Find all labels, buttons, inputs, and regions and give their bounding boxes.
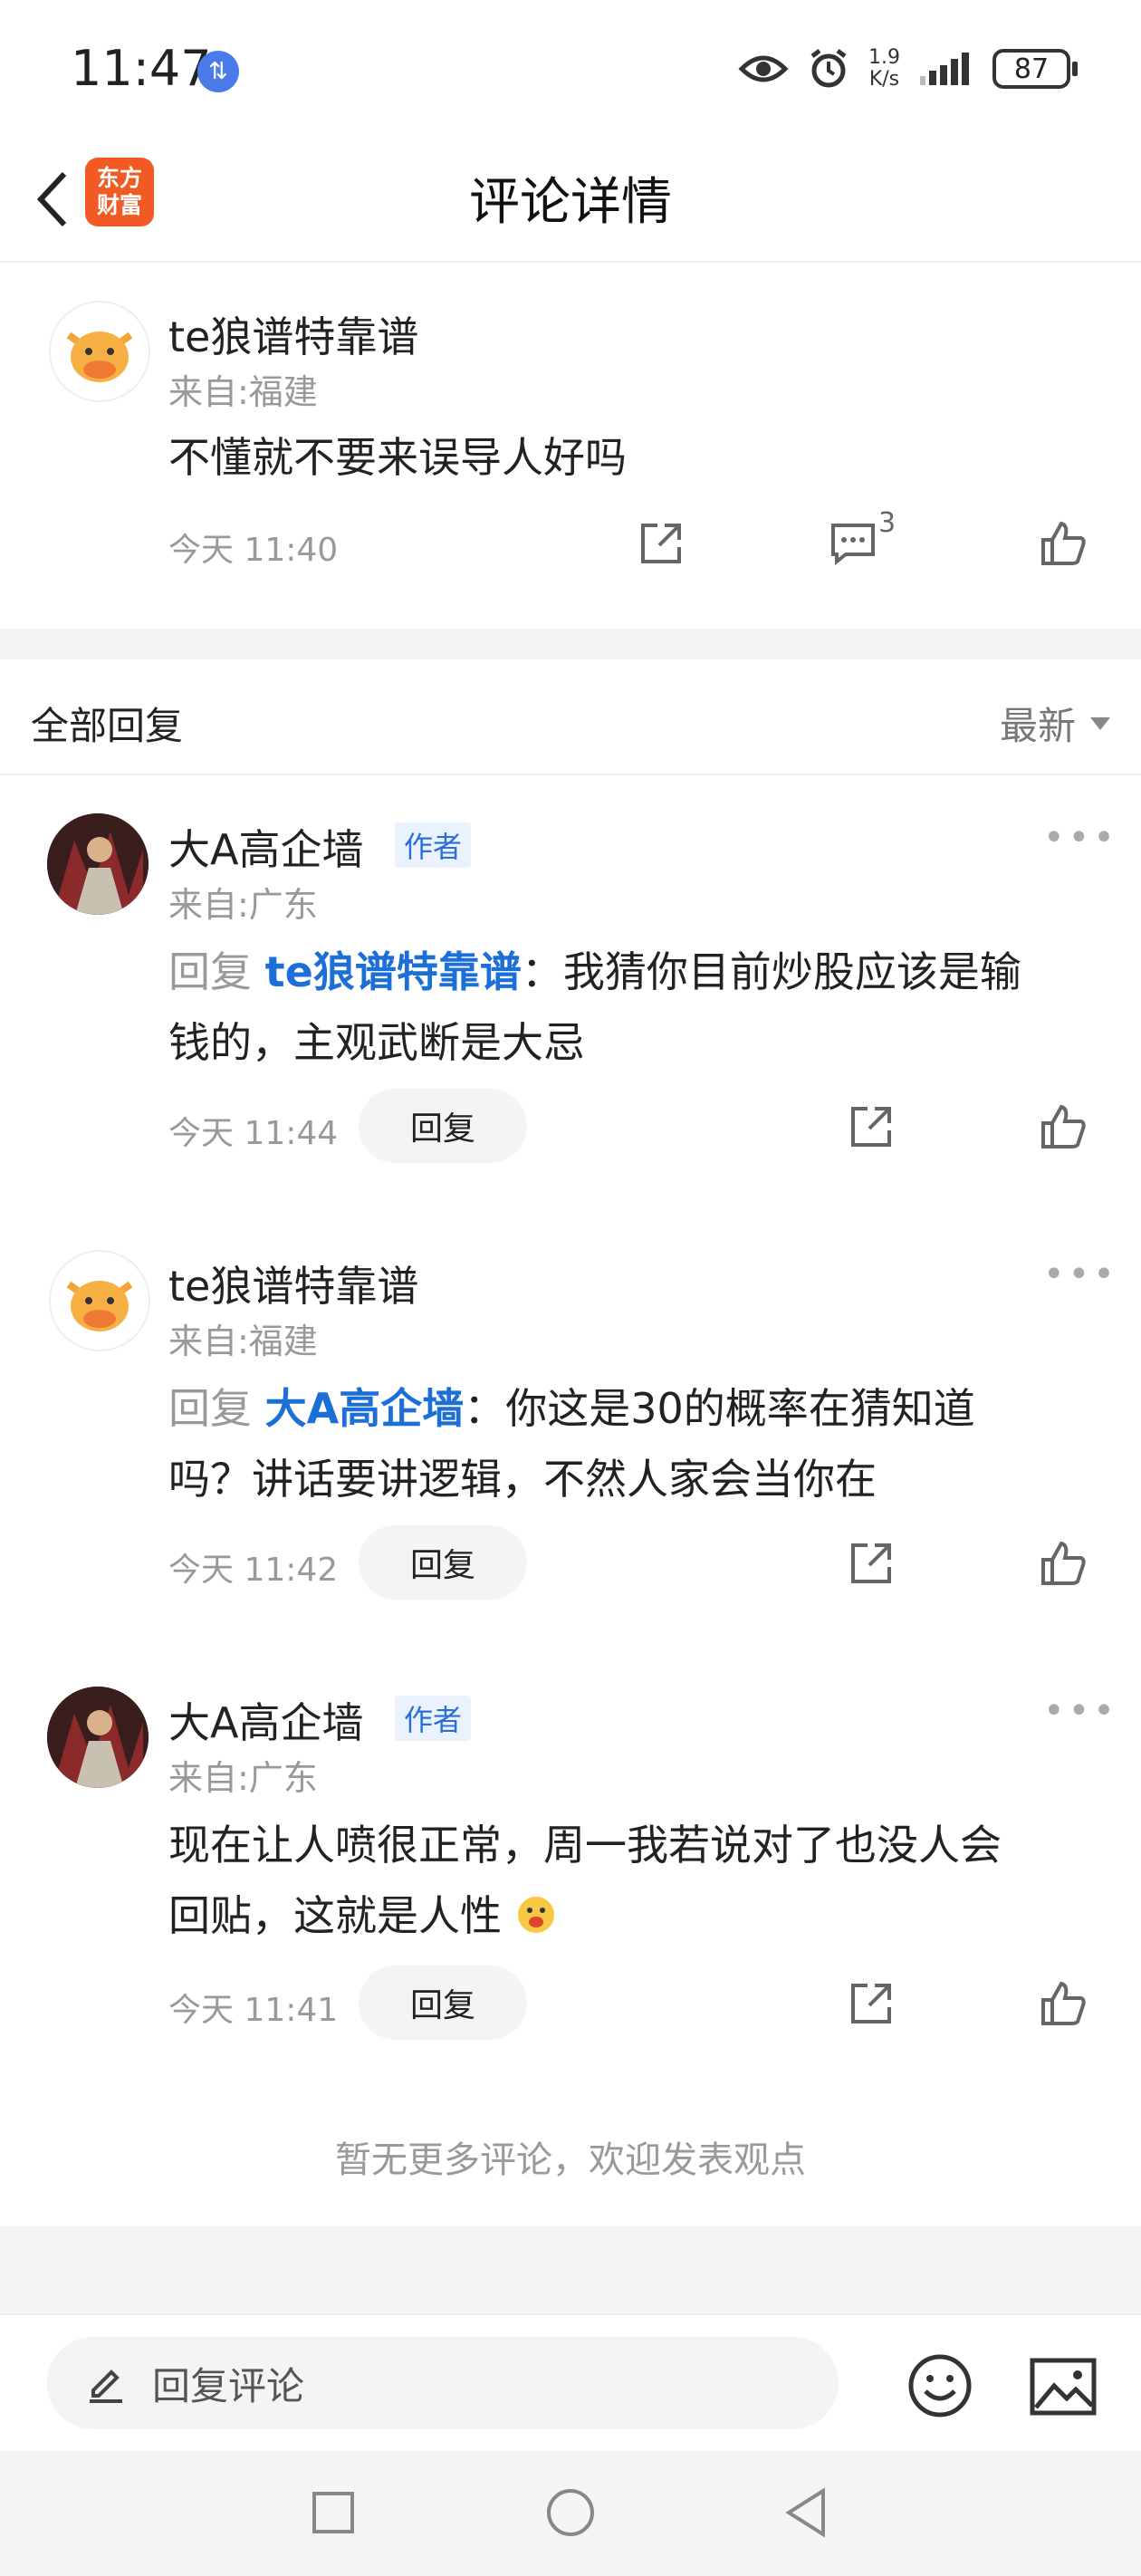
comment-time: 今天 11:40 bbox=[168, 532, 339, 569]
cow-avatar-icon bbox=[51, 1252, 149, 1350]
image-icon bbox=[1030, 2358, 1097, 2416]
reply-text: 现在让人喷很正常，周一我若说对了也没人会 回贴，这就是人性 bbox=[168, 1810, 1110, 1951]
comment-text: 不懂就不要来误导人好吗 bbox=[168, 433, 627, 482]
comment-location: 来自:福建 bbox=[168, 372, 318, 412]
reply-line: 钱的，主观武断是大忌 bbox=[168, 1018, 585, 1067]
share-icon bbox=[851, 1107, 891, 1147]
reply-time: 今天 11:42 bbox=[168, 1552, 339, 1589]
reply-line: ：你这是30的概率在猜知道 bbox=[464, 1384, 975, 1433]
reply-location: 来自:广东 bbox=[168, 885, 318, 925]
thumb-up-icon bbox=[1041, 521, 1086, 565]
reply-time: 今天 11:41 bbox=[168, 1992, 339, 2029]
reply-line: ：我猜你目前炒股应该是输 bbox=[521, 947, 1021, 996]
comment-count: 3 bbox=[878, 507, 896, 539]
triangle-back-icon bbox=[785, 2487, 825, 2538]
avatar[interactable] bbox=[49, 301, 150, 402]
avatar[interactable] bbox=[49, 1250, 150, 1351]
footer-spacer bbox=[0, 2226, 1141, 2313]
comment-button[interactable] bbox=[824, 514, 882, 572]
reply-prefix: 回复 bbox=[168, 947, 252, 996]
status-bar: 11:47 ⇅ 1.9 K/s 87 bbox=[0, 0, 1141, 136]
comment-username[interactable]: te狼谱特靠谱 bbox=[168, 304, 418, 364]
reply-input[interactable]: 回复评论 bbox=[47, 2337, 839, 2429]
thumb-up-icon bbox=[1041, 1981, 1086, 2025]
circle-icon bbox=[547, 2489, 594, 2536]
emoji-icon bbox=[517, 1897, 554, 1933]
square-icon bbox=[312, 2492, 354, 2533]
more-options-button[interactable]: ••• bbox=[1043, 1254, 1118, 1295]
reply-input-placeholder: 回复评论 bbox=[152, 2363, 305, 2408]
reply-target-link[interactable]: 大A高企墙 bbox=[265, 1384, 465, 1433]
thumb-up-icon bbox=[1041, 1104, 1086, 1149]
section-divider bbox=[0, 629, 1141, 659]
smiley-icon bbox=[908, 2354, 972, 2417]
reply-button[interactable]: 回复 bbox=[359, 1089, 527, 1163]
reply-line: 回贴，这就是人性 bbox=[168, 1891, 502, 1940]
reply-username[interactable]: 大A高企墙 bbox=[168, 817, 363, 877]
more-options-button[interactable]: ••• bbox=[1043, 817, 1118, 859]
reply-button[interactable]: 回复 bbox=[359, 1966, 527, 2040]
share-button[interactable] bbox=[632, 514, 690, 572]
reply-text: 回复 大A高企墙：你这是30的概率在猜知道 吗？讲话要讲逻辑，不然人家会当你在 bbox=[168, 1373, 1110, 1514]
reply-location: 来自:福建 bbox=[168, 1322, 318, 1361]
avatar-image-icon bbox=[47, 1687, 149, 1788]
back-nav-button[interactable] bbox=[777, 2484, 835, 2542]
home-button[interactable] bbox=[542, 2484, 599, 2542]
avatar[interactable] bbox=[47, 1687, 149, 1788]
reply-line: 现在让人喷很正常，周一我若说对了也没人会 bbox=[168, 1821, 1002, 1870]
replies-header: 全部回复 最新 bbox=[0, 659, 1141, 775]
share-button[interactable] bbox=[842, 1975, 900, 2033]
share-icon bbox=[851, 1984, 891, 2023]
image-button[interactable] bbox=[1029, 2355, 1098, 2418]
recent-apps-button[interactable] bbox=[304, 2484, 362, 2542]
cow-avatar-icon bbox=[51, 303, 149, 400]
avatar-image-icon bbox=[47, 813, 149, 915]
reply-bar: 回复评论 bbox=[0, 2313, 1141, 2451]
data-sync-icon: ⇅ bbox=[197, 51, 239, 92]
reply-username[interactable]: te狼谱特靠谱 bbox=[168, 1254, 418, 1313]
reply-button[interactable]: 回复 bbox=[359, 1525, 527, 1600]
like-button[interactable] bbox=[1034, 514, 1092, 572]
reply-target-link[interactable]: te狼谱特靠谱 bbox=[265, 947, 522, 996]
page-title: 评论详情 bbox=[469, 173, 672, 232]
alarm-icon bbox=[810, 49, 847, 88]
status-time: 11:47 bbox=[71, 40, 212, 97]
thumb-up-icon bbox=[1041, 1541, 1086, 1585]
replies-title: 全部回复 bbox=[31, 704, 184, 748]
reply-time: 今天 11:44 bbox=[168, 1115, 339, 1152]
status-right: 1.9 K/s 87 bbox=[738, 42, 1078, 96]
pencil-icon bbox=[83, 2360, 129, 2406]
author-badge: 作者 bbox=[395, 1696, 472, 1741]
eye-icon bbox=[738, 55, 789, 82]
reply-line: 吗？讲话要讲逻辑，不然人家会当你在 bbox=[168, 1455, 877, 1504]
share-icon bbox=[641, 524, 681, 563]
signal-icon bbox=[920, 53, 969, 85]
battery-icon: 87 bbox=[992, 49, 1078, 89]
reply-prefix: 回复 bbox=[168, 1384, 252, 1433]
sort-dropdown[interactable]: 最新 bbox=[1000, 696, 1110, 751]
network-speed: 1.9 K/s bbox=[868, 46, 900, 91]
system-navigation bbox=[0, 2451, 1141, 2576]
like-button[interactable] bbox=[1034, 1098, 1092, 1156]
more-options-button[interactable]: ••• bbox=[1043, 1690, 1118, 1732]
sort-label: 最新 bbox=[999, 704, 1076, 748]
emoji-button[interactable] bbox=[906, 2351, 974, 2420]
author-badge: 作者 bbox=[395, 822, 472, 868]
like-button[interactable] bbox=[1034, 1975, 1092, 2033]
share-icon bbox=[851, 1543, 891, 1583]
reply-text: 回复 te狼谱特靠谱：我猜你目前炒股应该是输 钱的，主观武断是大忌 bbox=[168, 937, 1110, 1078]
avatar[interactable] bbox=[47, 813, 149, 915]
caret-down-icon bbox=[1090, 716, 1110, 730]
like-button[interactable] bbox=[1034, 1534, 1092, 1592]
nav-bar: 东方 财富 评论详情 bbox=[0, 136, 1141, 263]
share-button[interactable] bbox=[842, 1534, 900, 1592]
comment-icon bbox=[831, 524, 875, 566]
reply-username[interactable]: 大A高企墙 bbox=[168, 1690, 363, 1750]
share-button[interactable] bbox=[842, 1098, 900, 1156]
end-of-comments-note: 暂无更多评论，欢迎发表观点 bbox=[335, 2139, 806, 2181]
reply-location: 来自:广东 bbox=[168, 1758, 318, 1798]
